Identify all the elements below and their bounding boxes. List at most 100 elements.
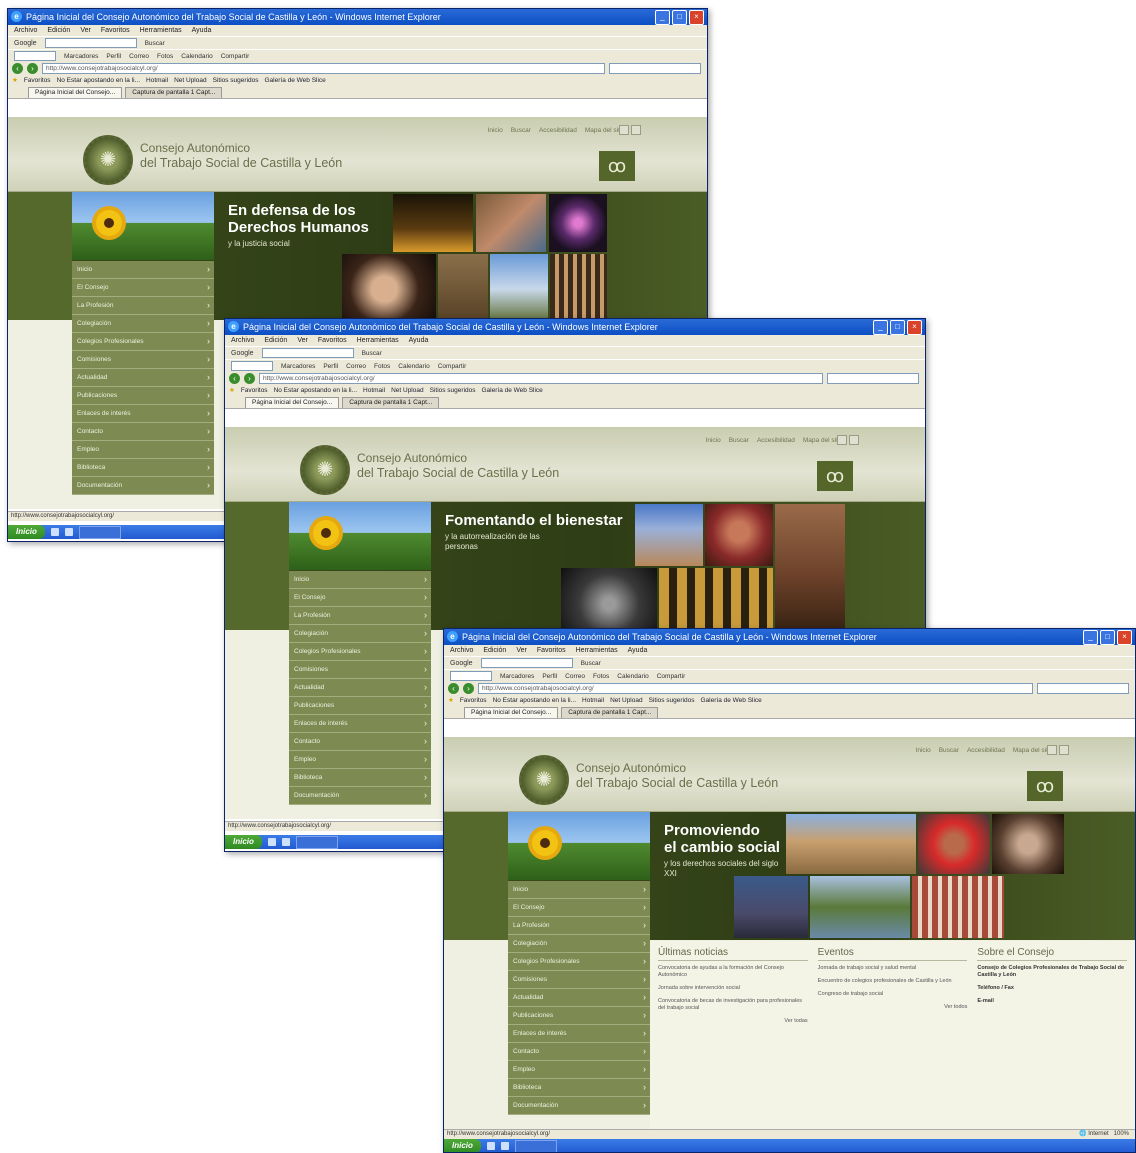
menu-ver[interactable]: Ver xyxy=(297,335,308,346)
favorite-link-4[interactable]: Sitios sugeridos xyxy=(649,695,695,706)
nav-actualidad[interactable]: Actualidad xyxy=(72,369,214,387)
favorite-link-5[interactable]: Galería de Web Slice xyxy=(701,695,762,706)
menu-archivo[interactable]: Archivo xyxy=(450,645,473,656)
quicklaunch-icon[interactable] xyxy=(50,528,59,536)
favorite-link-3[interactable]: Net Upload xyxy=(174,75,207,86)
address-bar[interactable]: http://www.consejotrabajosocialcyl.org/ xyxy=(259,373,823,384)
menu-edicion[interactable]: Edición xyxy=(483,645,506,656)
favorites-button[interactable]: Favoritos xyxy=(460,695,487,706)
link-inicio[interactable]: Inicio xyxy=(706,437,721,444)
forward-button[interactable]: › xyxy=(244,373,255,384)
start-button[interactable]: Inicio xyxy=(225,835,262,849)
toolbar-calendario[interactable]: Calendario xyxy=(181,53,212,60)
menu-archivo[interactable]: Archivo xyxy=(14,25,37,36)
nav-contacto[interactable]: Contacto xyxy=(508,1043,650,1061)
minimize-button[interactable]: _ xyxy=(655,10,670,25)
nav-contacto[interactable]: Contacto xyxy=(289,733,431,751)
link-buscar[interactable]: Buscar xyxy=(729,437,749,444)
menu-herramientas[interactable]: Herramientas xyxy=(576,645,618,656)
toolbar-marcadores[interactable]: Marcadores xyxy=(64,53,98,60)
nav-actualidad[interactable]: Actualidad xyxy=(289,679,431,697)
nav-colegios[interactable]: Colegios Profesionales xyxy=(72,333,214,351)
google-search-input[interactable] xyxy=(480,658,573,668)
toolbar-correo[interactable]: Correo xyxy=(346,363,366,370)
toolbar-input[interactable] xyxy=(14,51,56,61)
close-button[interactable]: × xyxy=(1117,630,1132,645)
quicklaunch-icon[interactable] xyxy=(267,838,276,846)
menu-ayuda[interactable]: Ayuda xyxy=(192,25,212,36)
live-search-input[interactable] xyxy=(609,63,701,74)
back-button[interactable]: ‹ xyxy=(229,373,240,384)
events-more-link[interactable]: Ver todos xyxy=(818,1004,967,1010)
google-search-input[interactable] xyxy=(261,348,354,358)
nav-colegiacion[interactable]: Colegiación xyxy=(72,315,214,333)
nav-inicio[interactable]: Inicio xyxy=(72,261,214,279)
maximize-button[interactable]: □ xyxy=(1100,630,1115,645)
nav-biblioteca[interactable]: Biblioteca xyxy=(289,769,431,787)
taskbar-window-button[interactable] xyxy=(514,1139,557,1152)
forward-button[interactable]: › xyxy=(27,63,38,74)
favorites-button[interactable]: Favoritos xyxy=(241,385,268,396)
toolbar-compartir[interactable]: Compartir xyxy=(438,363,467,370)
minimize-button[interactable]: _ xyxy=(1083,630,1098,645)
link-accesibilidad[interactable]: Accesibilidad xyxy=(757,437,795,444)
nav-colegiacion[interactable]: Colegiación xyxy=(508,935,650,953)
gear-logo-icon[interactable]: ✺ xyxy=(519,755,569,805)
favorites-button[interactable]: Favoritos xyxy=(24,75,51,86)
favorite-link-3[interactable]: Net Upload xyxy=(391,385,424,396)
toolbar-input[interactable] xyxy=(231,361,273,371)
zoom-level[interactable]: 100% xyxy=(1114,1131,1129,1137)
nav-biblioteca[interactable]: Biblioteca xyxy=(508,1079,650,1097)
nav-la-profesion[interactable]: La Profesión xyxy=(289,607,431,625)
toolbar-perfil[interactable]: Perfil xyxy=(106,53,121,60)
tab-inactive[interactable]: Captura de pantalla 1 Capt... xyxy=(125,87,223,98)
nav-publicaciones[interactable]: Publicaciones xyxy=(508,1007,650,1025)
menu-herramientas[interactable]: Herramientas xyxy=(357,335,399,346)
forward-button[interactable]: › xyxy=(463,683,474,694)
tab-inactive[interactable]: Captura de pantalla 1 Capt... xyxy=(561,707,659,718)
tab-active[interactable]: Página Inicial del Consejo... xyxy=(464,707,559,718)
font-size-button[interactable] xyxy=(849,435,859,445)
menu-ayuda[interactable]: Ayuda xyxy=(409,335,429,346)
google-search-button[interactable]: Buscar xyxy=(362,350,382,357)
nav-enlaces[interactable]: Enlaces de interés xyxy=(289,715,431,733)
favorite-link-2[interactable]: Hotmail xyxy=(582,695,604,706)
favorite-link-2[interactable]: Hotmail xyxy=(146,75,168,86)
google-search-input[interactable] xyxy=(44,38,137,48)
favorite-link-1[interactable]: No Estar apostando en la li... xyxy=(274,385,357,396)
quicklaunch-icon[interactable] xyxy=(500,1142,509,1150)
tab-active[interactable]: Página Inicial del Consejo... xyxy=(245,397,340,408)
nav-biblioteca[interactable]: Biblioteca xyxy=(72,459,214,477)
nav-documentacion[interactable]: Documentación xyxy=(289,787,431,805)
menu-favoritos[interactable]: Favoritos xyxy=(101,25,130,36)
font-size-button[interactable] xyxy=(1047,745,1057,755)
nav-enlaces[interactable]: Enlaces de interés xyxy=(508,1025,650,1043)
link-buscar[interactable]: Buscar xyxy=(511,127,531,134)
nav-publicaciones[interactable]: Publicaciones xyxy=(289,697,431,715)
favorite-link-5[interactable]: Galería de Web Slice xyxy=(265,75,326,86)
nav-colegios[interactable]: Colegios Profesionales xyxy=(289,643,431,661)
toolbar-calendario[interactable]: Calendario xyxy=(398,363,429,370)
nav-inicio[interactable]: Inicio xyxy=(508,881,650,899)
nav-documentacion[interactable]: Documentación xyxy=(508,1097,650,1115)
gear-logo-icon[interactable]: ✺ xyxy=(300,445,350,495)
nav-actualidad[interactable]: Actualidad xyxy=(508,989,650,1007)
nav-la-profesion[interactable]: La Profesión xyxy=(508,917,650,935)
menu-ayuda[interactable]: Ayuda xyxy=(628,645,648,656)
nav-empleo[interactable]: Empleo xyxy=(289,751,431,769)
toolbar-fotos[interactable]: Fotos xyxy=(157,53,173,60)
maximize-button[interactable]: □ xyxy=(890,320,905,335)
menu-ver[interactable]: Ver xyxy=(80,25,91,36)
menu-herramientas[interactable]: Herramientas xyxy=(140,25,182,36)
link-inicio[interactable]: Inicio xyxy=(488,127,503,134)
google-search-button[interactable]: Buscar xyxy=(581,660,601,667)
link-accesibilidad[interactable]: Accesibilidad xyxy=(967,747,1005,754)
toolbar-correo[interactable]: Correo xyxy=(129,53,149,60)
news-item[interactable]: Convocatoria de ayudas a la formación de… xyxy=(658,965,808,979)
gear-logo-icon[interactable]: ✺ xyxy=(83,135,133,185)
toolbar-input[interactable] xyxy=(450,671,492,681)
favorite-link-4[interactable]: Sitios sugeridos xyxy=(430,385,476,396)
quicklaunch-icon[interactable] xyxy=(281,838,290,846)
favorite-link-5[interactable]: Galería de Web Slice xyxy=(482,385,543,396)
nav-el-consejo[interactable]: El Consejo xyxy=(508,899,650,917)
